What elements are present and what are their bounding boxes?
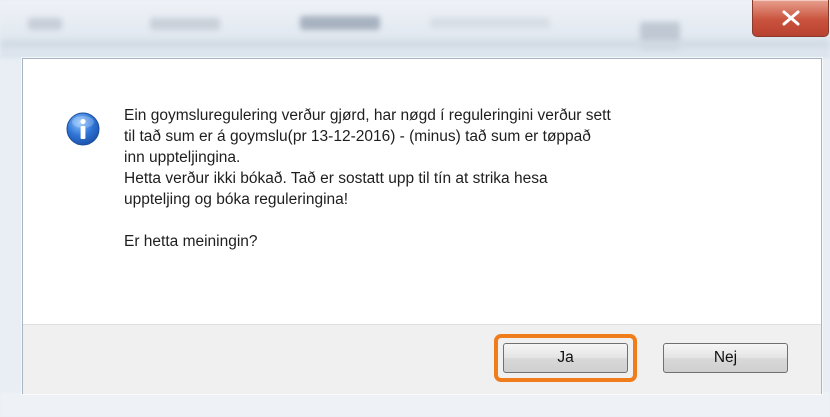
background-blur [150,18,220,30]
background-blur [0,40,830,48]
confirmation-dialog: Ein goymsluregulering verður gjørd, har … [22,58,822,394]
background-toolbar [0,0,830,58]
message-line: Hetta verður ikki bókað. Tað er sostatt … [124,170,548,187]
button-bar: Ja Nej [23,324,821,394]
message-line: til tað sum er á goymslu(pr 13-12-2016) … [124,128,591,145]
background-blur [28,18,62,30]
info-icon [66,112,100,146]
dialog-message: Ein goymsluregulering verður gjørd, har … [124,105,774,252]
yes-button[interactable]: Ja [503,343,628,373]
background-blur [300,16,380,30]
close-button[interactable] [752,0,829,37]
no-button[interactable]: Nej [663,343,788,373]
background-status-strip [0,392,830,417]
message-line: inn uppteljingina. [124,149,241,166]
message-line: Ein goymsluregulering verður gjørd, har … [124,107,611,124]
background-blur [430,18,550,28]
close-icon [782,10,799,26]
message-line: uppteljing og bóka reguleringina! [124,191,349,208]
question-text: Er hetta meiningin? [124,233,258,250]
